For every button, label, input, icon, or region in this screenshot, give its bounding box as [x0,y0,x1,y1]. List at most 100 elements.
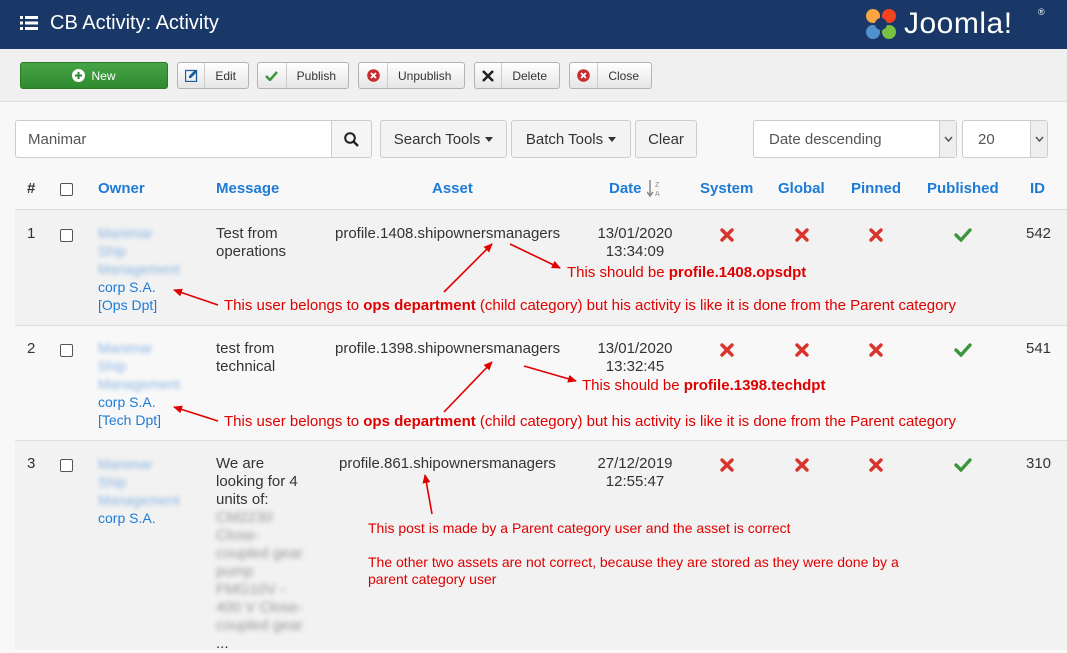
unpublished-x-icon[interactable] [795,343,809,357]
message-line: looking for 4 [216,473,298,490]
row-number: 2 [27,340,36,357]
note-emphasis: profile.1408.opsdpt [668,264,807,281]
header-bar: CB Activity: Activity Joomla! ® [0,0,1067,49]
close-icon [577,69,590,82]
unpublished-x-icon[interactable] [869,343,883,357]
clear-button[interactable]: Clear [635,120,697,158]
unpublished-x-icon[interactable] [795,228,809,242]
owner-line: Manimar [98,456,153,472]
published-check-icon[interactable] [954,228,972,242]
date-value: 13/01/2020 [597,340,673,357]
note-text: parent category user [368,571,497,587]
owner-line: Ship [98,243,127,259]
unpublished-x-icon[interactable] [720,343,734,357]
publish-button[interactable]: Publish [257,62,349,89]
delete-button[interactable]: Delete [474,62,560,89]
note-text: This should be [567,264,669,281]
annotation-note: This should be profile.1398.techdpt [582,377,825,394]
col-date[interactable]: Date [609,180,642,197]
row-divider [15,325,1067,326]
id-value: 542 [1026,225,1052,242]
plus-circle-icon [72,69,86,82]
row-checkbox[interactable] [60,459,73,472]
time-value: 13:32:45 [605,358,665,375]
search-tools-button[interactable]: Search Tools [380,120,507,158]
message-line: coupled gear [216,617,303,634]
owner-line: Management [98,261,180,277]
owner-line: Management [98,492,180,508]
col-global[interactable]: Global [778,180,825,197]
col-owner[interactable]: Owner [98,180,145,197]
col-published[interactable]: Published [927,180,999,197]
ordering-value: Date descending [769,130,882,148]
date-value: 27/12/2019 [597,455,673,472]
edit-button[interactable]: Edit [177,62,249,89]
unpublish-button[interactable]: Unpublish [358,62,465,89]
note-emphasis: ops department [363,413,476,430]
search-icon [344,131,359,147]
col-system[interactable]: System [700,180,753,197]
annotation-note: This user belongs to ops department (chi… [224,413,956,430]
date-cell: 13/01/2020 13:32:45 [590,340,680,376]
row-checkbox[interactable] [60,229,73,242]
published-check-icon[interactable] [954,343,972,357]
col-asset[interactable]: Asset [432,180,473,197]
annotation-note: This should be profile.1408.opsdpt [567,264,806,281]
owner-line: Ship [98,358,127,374]
published-check-icon[interactable] [954,458,972,472]
owner-link[interactable]: Manimar Ship Management corp S.A. [98,455,180,527]
unpublish-icon [366,69,380,82]
col-message[interactable]: Message [216,180,279,197]
new-button[interactable]: New [20,62,168,89]
annotation-note: This post is made by a Parent category u… [368,520,791,536]
annotation-arrow [443,361,493,413]
row-number: 1 [27,225,36,242]
unpublished-x-icon[interactable] [720,458,734,472]
batch-tools-label: Batch Tools [525,130,604,148]
unpublished-x-icon[interactable] [869,458,883,472]
col-pinned[interactable]: Pinned [851,180,901,197]
unpublished-x-icon[interactable] [795,458,809,472]
unpublished-x-icon[interactable] [869,228,883,242]
search-input[interactable]: Manimar [15,120,332,158]
owner-line: corp S.A. [98,279,156,295]
message-line: pump [216,563,254,580]
search-button[interactable] [331,120,372,158]
joomla-logo-icon [866,9,896,39]
owner-link[interactable]: Manimar Ship Management corp S.A. [Tech … [98,339,180,429]
edit-icon [184,69,197,82]
batch-tools-button[interactable]: Batch Tools [511,120,631,158]
owner-line: [Tech Dpt] [98,412,162,428]
owner-link[interactable]: Manimar Ship Management corp S.A. [Ops D… [98,224,180,314]
asset-text: profile.1398.shipownersmanagers [335,340,561,357]
message-text: Test from operations [216,225,286,261]
select-all-checkbox[interactable] [60,183,73,196]
date-cell: 27/12/2019 12:55:47 [590,455,680,491]
message-line: Close- [216,527,260,544]
joomla-logo[interactable]: Joomla! ® [862,5,1052,45]
message-line: FMG10V - [216,581,286,598]
owner-line: Manimar [98,340,153,356]
new-label: New [91,68,116,83]
unpublish-label: Unpublish [398,68,452,83]
note-text: This post is made by a Parent category u… [368,520,791,536]
date-value: 13/01/2020 [597,225,673,242]
page-title: CB Activity: Activity [50,12,219,34]
message-text: We are looking for 4 units of: CM2230 Cl… [216,455,303,653]
delete-x-icon [482,69,495,82]
ordering-select[interactable]: Date descending [753,120,957,158]
limit-select[interactable]: 20 [962,120,1048,158]
close-button[interactable]: Close [569,62,652,89]
unpublished-x-icon[interactable] [720,228,734,242]
publish-label: Publish [296,68,336,83]
row-number: 3 [27,455,36,472]
annotation-note: This user belongs to ops department (chi… [224,297,956,314]
menu-icon[interactable] [20,15,38,31]
owner-line: [Ops Dpt] [98,297,158,313]
owner-line: Manimar [98,225,153,241]
time-value: 12:55:47 [605,473,665,490]
message-line: test from [216,340,275,357]
col-id[interactable]: ID [1030,180,1045,197]
asset-text: profile.861.shipownersmanagers [339,455,556,472]
row-checkbox[interactable] [60,344,73,357]
